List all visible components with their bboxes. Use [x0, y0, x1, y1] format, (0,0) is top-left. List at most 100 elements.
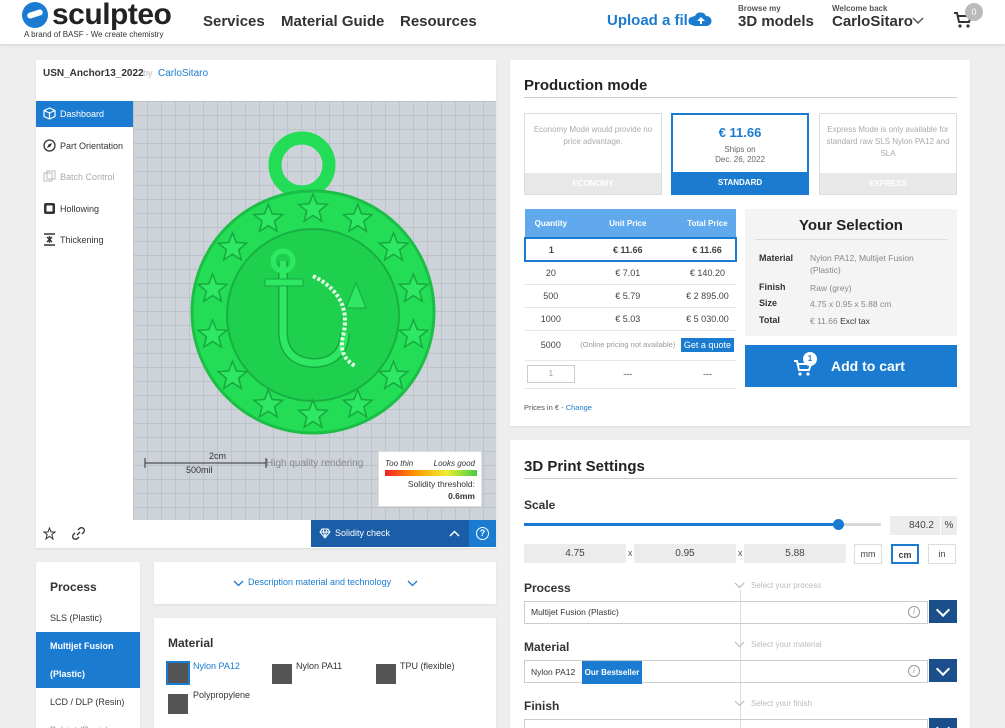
sel-size-key: Size: [759, 298, 778, 308]
brand-tagline: A brand of BASF - We create chemistry: [24, 30, 164, 39]
chevron-up-icon: [449, 530, 460, 537]
material-card: [154, 618, 496, 728]
unit-cell: € 5.79: [576, 284, 679, 308]
chevron-down-icon[interactable]: [912, 17, 924, 25]
table-row[interactable]: 20 € 7.01 € 140.20: [525, 261, 736, 285]
material-option-tpu[interactable]: TPU (flexible): [400, 661, 455, 671]
scale-percent-unit: %: [941, 516, 957, 535]
cloud-upload-icon[interactable]: [690, 12, 712, 27]
nav-services[interactable]: Services: [203, 13, 265, 30]
material-swatch-pa11[interactable]: [272, 664, 292, 684]
get-quote-button[interactable]: Get a quote: [680, 338, 734, 352]
info-icon[interactable]: i: [908, 665, 920, 677]
express-text: Express Mode is only available for stand…: [826, 125, 950, 158]
process-item-multijet-plastic[interactable]: (Plastic): [36, 660, 140, 688]
table-row[interactable]: 500 € 5.79 € 2 895.00: [525, 284, 736, 308]
mode-economy[interactable]: Economy Mode would provide no price adva…: [524, 113, 662, 195]
divider: [755, 239, 947, 240]
dim-y-input[interactable]: 0.95: [634, 544, 736, 563]
my-3d-models-link[interactable]: 3D models: [738, 13, 814, 30]
star-favorite-icon[interactable]: [43, 527, 56, 540]
sel-material-key: Material: [759, 253, 794, 263]
sidebar-item-thickening[interactable]: Thickening: [36, 227, 133, 253]
add-to-cart-button[interactable]: 1 Add to cart: [745, 345, 957, 387]
sidebar-item-part-orientation[interactable]: Part Orientation: [36, 133, 133, 159]
quality-label: High quality rendering: [266, 458, 364, 469]
material-option-pa11[interactable]: Nylon PA11: [296, 661, 342, 671]
scale-mil-label: 500mil: [186, 465, 213, 475]
author-link[interactable]: CarloSitaro: [158, 68, 208, 79]
hollow-square-icon: [44, 203, 55, 214]
sidebar-item-dashboard[interactable]: Dashboard: [36, 101, 133, 127]
material-swatch-pa12[interactable]: [168, 663, 188, 683]
process-dropdown-button[interactable]: [929, 600, 957, 623]
times-sign: x: [738, 548, 743, 558]
username-menu[interactable]: CarloSitaro: [832, 13, 913, 30]
table-row[interactable]: 1 € 11.66 € 11.66: [524, 237, 738, 262]
material-select[interactable]: Nylon PA12 Our Bestseller: [524, 660, 928, 684]
sidebar-item-label: Batch Control: [60, 172, 115, 182]
finish-dropdown-button[interactable]: [929, 718, 957, 728]
material-swatch-tpu[interactable]: [376, 664, 396, 684]
material-dropdown-button[interactable]: [929, 659, 957, 682]
mode-express[interactable]: Express Mode is only available for stand…: [819, 113, 957, 195]
material-title: Material: [168, 636, 214, 650]
standard-price: € 11.66: [718, 125, 762, 140]
nav-resources[interactable]: Resources: [400, 13, 477, 30]
dim-z-input[interactable]: 5.88: [744, 544, 846, 563]
unit-in-button[interactable]: in: [928, 544, 956, 564]
3d-viewport[interactable]: 2cm 500mil High quality rendering Too th…: [133, 101, 496, 520]
nav-material-guide[interactable]: Material Guide: [281, 13, 384, 30]
change-currency-link[interactable]: Change: [566, 403, 592, 412]
process-item-multijet[interactable]: Multijet Fusion: [36, 632, 140, 660]
qty-cell: 20: [525, 261, 577, 285]
sidebar-item-batch-control[interactable]: Batch Control: [36, 164, 133, 190]
custom-quantity-input[interactable]: 1: [526, 365, 575, 383]
solidity-check-button[interactable]: Solidity check: [311, 520, 469, 547]
print-settings-title: 3D Print Settings: [524, 458, 645, 475]
upload-file-link[interactable]: Upload a file: [607, 12, 696, 29]
process-hint: Select your process: [751, 581, 822, 590]
unit-cm-button[interactable]: cm: [891, 544, 919, 564]
sidebar-item-hollowing[interactable]: Hollowing: [36, 196, 133, 222]
mode-standard[interactable]: € 11.66 Ships on Dec. 26, 2022 STANDARD: [671, 113, 809, 195]
browse-small-label: Browse my: [738, 4, 781, 13]
sel-size-value: 4.75 x 0.95 x 5.88 cm: [810, 299, 892, 309]
sel-total-key: Total: [759, 315, 780, 325]
material-swatch-pp[interactable]: [168, 694, 188, 714]
unit-mm-button[interactable]: mm: [854, 544, 882, 564]
link-icon[interactable]: [72, 527, 85, 540]
chevron-down-icon[interactable]: [233, 580, 244, 587]
col-quantity: Quantity: [525, 209, 577, 238]
table-row[interactable]: 1000 € 5.03 € 5 030.00: [525, 307, 736, 331]
material-option-pa12[interactable]: Nylon PA12: [193, 661, 240, 671]
description-link[interactable]: Description material and technology: [248, 577, 391, 587]
info-icon[interactable]: i: [908, 606, 920, 618]
price-table: Quantity Unit Price Total Price 1 € 11.6…: [524, 209, 738, 389]
compass-icon: [43, 139, 56, 152]
chevron-down-icon[interactable]: [407, 580, 418, 587]
scale-percent-input[interactable]: 840.2: [890, 516, 940, 535]
custom-qty-cell: 1: [525, 360, 577, 389]
process-item-lcd-dlp[interactable]: LCD / DLP (Resin): [36, 688, 140, 716]
finish-select[interactable]: [524, 719, 928, 728]
express-label: EXPRESS: [820, 173, 956, 194]
total-cell: € 5 030.00: [678, 307, 736, 331]
model-name: USN_Anchor13_2022: [43, 68, 144, 79]
help-icon: ?: [476, 527, 489, 540]
dash-cell: ---: [678, 360, 736, 389]
sculpteo-logo-icon[interactable]: [22, 2, 48, 28]
material-option-polypropylene[interactable]: Polypropylene: [193, 690, 250, 700]
brand-name[interactable]: sculpteo: [52, 0, 172, 32]
sel-finish-value: Raw (grey): [810, 283, 852, 293]
help-button[interactable]: ?: [469, 520, 496, 547]
by-label: by: [143, 68, 153, 78]
sidebar-item-label: Hollowing: [60, 204, 100, 214]
unit-cell: € 7.01: [576, 261, 679, 285]
unit-cell: € 11.66: [576, 237, 679, 262]
dim-x-input[interactable]: 4.75: [524, 544, 626, 563]
ships-on-label: Ships on: [724, 145, 756, 154]
process-select[interactable]: Multijet Fusion (Plastic): [524, 601, 928, 624]
process-item-sls[interactable]: SLS (Plastic): [36, 604, 140, 632]
process-item-polyjet[interactable]: Polyjet (Resin): [36, 716, 140, 728]
